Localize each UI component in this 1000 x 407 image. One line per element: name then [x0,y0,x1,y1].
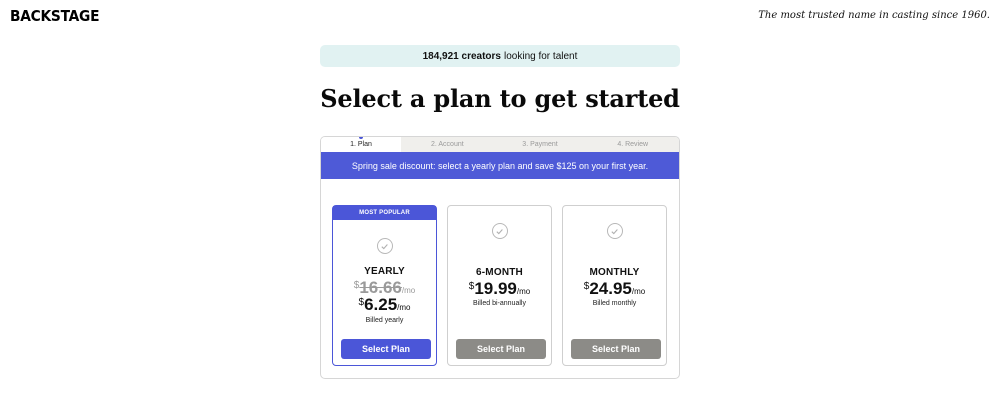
price-amount: 24.95 [589,279,632,298]
plan-price: $19.99/mo [448,279,551,299]
price-period: /mo [516,287,531,296]
step-label: 4. Review [617,141,649,148]
price-amount: 19.99 [474,279,517,298]
select-6-month-plan-button[interactable]: Select Plan [456,339,546,359]
check-circle-icon [606,223,623,239]
creators-text: looking for talent [504,50,578,62]
promo-text: Spring sale discount: select a yearly pl… [351,160,649,171]
step-label: 2. Account [430,141,464,148]
step-payment[interactable]: 3. Payment [494,137,587,152]
step-account[interactable]: 2. Account [401,137,494,152]
discounted-price: $6.25/mo [333,295,436,315]
price-period: /mo [397,303,411,312]
plan-selection-card: 1. Plan 2. Account 3. Payment 4. Review … [320,136,680,379]
price-period: /mo [631,287,646,296]
most-popular-badge: MOST POPULAR [333,206,436,220]
plan-card-yearly[interactable]: MOST POPULAR YEARLY $16.66/mo $6.25/mo B… [332,205,437,366]
tagline: The most trusted name in casting since 1… [758,10,990,21]
billing-frequency: Billed monthly [592,300,637,307]
billing-frequency: Billed bi-annually [473,300,526,307]
price-period: /mo [401,286,416,295]
select-yearly-plan-button[interactable]: Select Plan [341,339,431,359]
step-label: 3. Payment [522,141,558,148]
price-amount: 6.25 [364,295,398,314]
active-step-indicator [359,137,363,139]
creators-banner: 184,921 creators looking for talent [320,45,680,67]
check-circle-icon [491,223,508,239]
step-review[interactable]: 4. Review [586,137,679,152]
checkout-steps: 1. Plan 2. Account 3. Payment 4. Review [321,137,679,152]
check-circle-icon [376,238,393,254]
plan-card-6-month[interactable]: 6-MONTH $19.99/mo Billed bi-annually Sel… [447,205,552,366]
billing-frequency: Billed yearly [365,317,404,324]
backstage-logo[interactable]: BACKSTAGE [10,7,100,25]
plan-price: $24.95/mo [563,279,666,299]
page-title: Select a plan to get started [320,84,680,113]
select-monthly-plan-button[interactable]: Select Plan [571,339,661,359]
step-label: 1. Plan [350,141,372,148]
step-plan[interactable]: 1. Plan [321,137,401,152]
creators-count: 184,921 creators [422,50,501,62]
promo-banner: Spring sale discount: select a yearly pl… [321,152,679,179]
plan-name: 6-MONTH [476,267,523,278]
plan-card-monthly[interactable]: MONTHLY $24.95/mo Billed monthly Select … [562,205,667,366]
plan-name: YEARLY [364,266,405,277]
plan-name: MONTHLY [589,267,640,278]
